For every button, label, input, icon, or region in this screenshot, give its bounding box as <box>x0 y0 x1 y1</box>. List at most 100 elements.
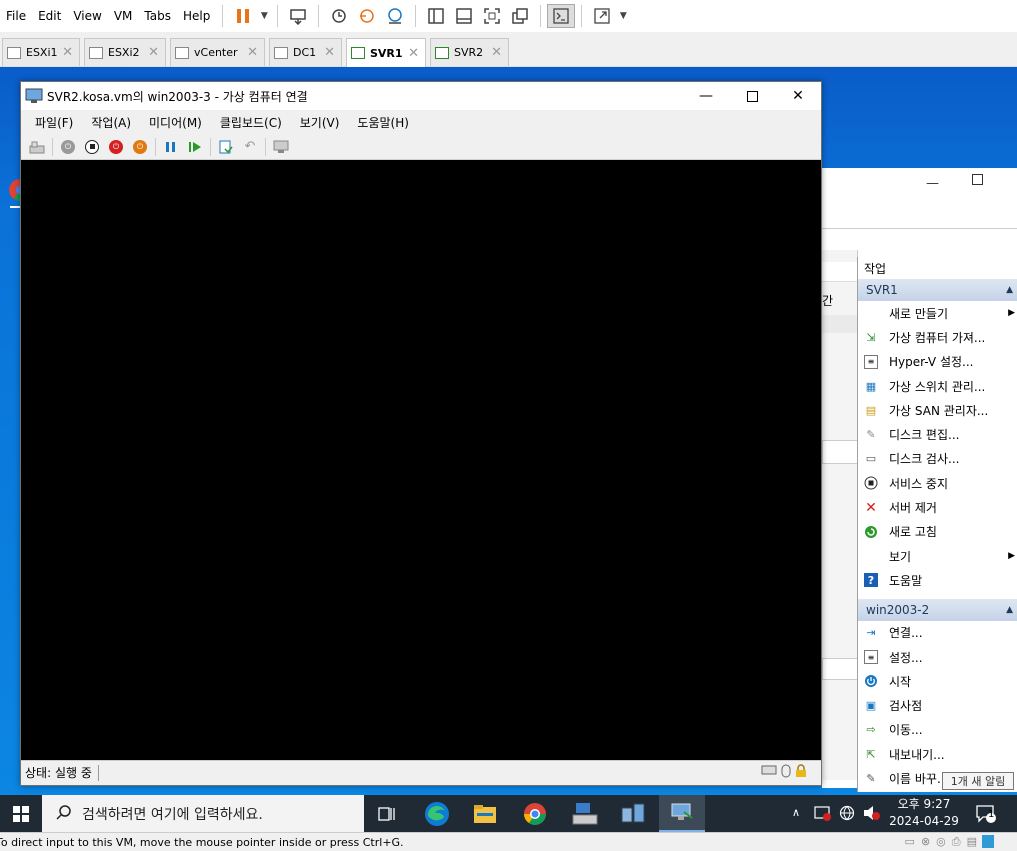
tab-vcenter[interactable]: vCenter ✕ <box>170 38 265 66</box>
task-view-icon[interactable] <box>364 795 410 832</box>
thumbnail-bar-icon[interactable] <box>450 4 478 28</box>
minimize-button[interactable]: — <box>683 82 729 110</box>
maximize-button[interactable] <box>972 174 983 185</box>
tab-svr1[interactable]: SVR1 ✕ <box>346 38 426 67</box>
collapse-icon[interactable]: ▲ <box>1006 285 1013 295</box>
action-refresh[interactable]: 새로 고침 <box>858 520 1017 544</box>
action-edit-disk[interactable]: ✎ 디스크 편집... <box>858 422 1017 446</box>
network-adapter-icon[interactable]: ⊗ <box>921 835 930 849</box>
menu-help[interactable]: 도움말(H) <box>348 114 418 131</box>
tab-esxi2[interactable]: ESXi2 ✕ <box>84 38 166 66</box>
close-button[interactable]: ✕ <box>775 82 821 110</box>
close-icon[interactable]: ✕ <box>247 45 258 60</box>
menu-vm[interactable]: VM <box>108 9 139 23</box>
console-view-icon[interactable] <box>547 4 576 28</box>
windows-start-icon[interactable] <box>0 795 42 832</box>
menu-file[interactable]: 파일(F) <box>21 114 82 131</box>
revert-snapshot-icon[interactable] <box>353 4 381 28</box>
action-move[interactable]: ⇨ 이동... <box>858 718 1017 742</box>
resume-icon[interactable] <box>183 137 207 157</box>
hyperv-manager-icon[interactable] <box>610 795 656 832</box>
usb-icon[interactable]: ⎙ <box>952 835 961 849</box>
action-virtual-san[interactable]: ▤ 가상 SAN 관리자... <box>858 398 1017 422</box>
unity-icon[interactable] <box>506 4 534 28</box>
menu-action[interactable]: 작업(A) <box>82 114 140 131</box>
action-settings[interactable]: ≡ 설정... <box>858 645 1017 669</box>
taskbar-search-input[interactable]: 검색하려면 여기에 입력하세요. <box>42 795 364 832</box>
pause-icon[interactable] <box>229 4 257 28</box>
start-icon[interactable]: ⏻ <box>56 137 80 157</box>
action-connect[interactable]: ⇥ 연결... <box>858 621 1017 645</box>
file-explorer-icon[interactable] <box>462 795 508 832</box>
maximize-button[interactable] <box>729 82 775 110</box>
action-stop-service[interactable]: 서비스 중지 <box>858 471 1017 495</box>
sidebar-toggle-icon[interactable] <box>422 4 450 28</box>
vm-running-icon <box>435 46 449 59</box>
menu-help[interactable]: Help <box>177 9 216 23</box>
status-indicators <box>761 764 821 781</box>
close-icon[interactable]: ✕ <box>148 45 159 60</box>
menu-clipboard[interactable]: 클립보드(C) <box>211 114 291 131</box>
stretch-icon[interactable] <box>588 4 616 28</box>
close-icon[interactable]: ✕ <box>324 45 335 60</box>
chrome-icon[interactable] <box>512 795 558 832</box>
menu-view[interactable]: View <box>67 9 107 23</box>
send-keys-icon[interactable] <box>284 4 312 28</box>
revert-icon[interactable]: ↶ <box>238 137 262 157</box>
vm-connection-taskbar-icon[interactable] <box>659 795 705 832</box>
security-icon[interactable] <box>814 805 832 824</box>
enhanced-session-icon[interactable] <box>269 137 293 157</box>
action-hyperv-settings[interactable]: ≡ Hyper-V 설정... <box>858 350 1017 374</box>
section-svr1[interactable]: SVR1 ▲ <box>858 279 1017 301</box>
turn-off-icon[interactable] <box>80 137 104 157</box>
close-icon[interactable]: ✕ <box>491 45 502 60</box>
tab-esxi1[interactable]: ESXi1 ✕ <box>2 38 80 66</box>
menu-file[interactable]: File <box>0 9 32 23</box>
menu-edit[interactable]: Edit <box>32 9 67 23</box>
action-virtual-switch[interactable]: ▦ 가상 스위치 관리... <box>858 374 1017 398</box>
message-icon[interactable] <box>982 835 994 848</box>
show-hidden-icons[interactable]: ∧ <box>792 806 800 819</box>
action-inspect-disk[interactable]: ▭ 디스크 검사... <box>858 447 1017 471</box>
action-checkpoint[interactable]: ▣ 검사점 <box>858 693 1017 717</box>
pause-icon[interactable] <box>159 137 183 157</box>
clock[interactable]: 오후 9:27 2024-04-29 <box>884 796 964 830</box>
action-import-vm[interactable]: ⇲ 가상 컴퓨터 가져... <box>858 325 1017 349</box>
ctrl-alt-del-icon[interactable] <box>25 137 49 157</box>
action-new[interactable]: 새로 만들기 ▶ <box>858 301 1017 325</box>
close-icon[interactable]: ✕ <box>62 45 73 60</box>
menu-media[interactable]: 미디어(M) <box>140 114 211 131</box>
hdd-icon[interactable]: ▭ <box>905 835 915 849</box>
chevron-down-icon[interactable]: ▼ <box>257 4 271 28</box>
action-start[interactable]: 시작 <box>858 669 1017 693</box>
selected-row[interactable] <box>822 315 858 333</box>
action-remove-server[interactable]: ✕ 서버 제거 <box>858 495 1017 519</box>
snapshot-icon[interactable] <box>325 4 353 28</box>
cdrom-icon[interactable]: ◎ <box>936 835 946 849</box>
title-bar[interactable]: SVR2.kosa.vm의 win2003-3 - 가상 컴퓨터 연결 — ✕ <box>21 82 821 110</box>
menu-tabs[interactable]: Tabs <box>138 9 177 23</box>
save-state-icon[interactable]: ⏻ <box>128 137 152 157</box>
shutdown-icon[interactable]: ⏻ <box>104 137 128 157</box>
close-icon[interactable]: ✕ <box>408 46 419 61</box>
collapse-icon[interactable]: ▲ <box>1006 605 1013 615</box>
server-manager-icon[interactable] <box>562 795 608 832</box>
fullscreen-icon[interactable] <box>478 4 506 28</box>
chevron-down-icon[interactable]: ▼ <box>616 4 630 28</box>
minimize-button[interactable]: — <box>926 176 939 191</box>
action-view[interactable]: 보기 ▶ <box>858 544 1017 568</box>
action-help[interactable]: ? 도움말 <box>858 568 1017 592</box>
action-export[interactable]: ⇱ 내보내기... <box>858 742 1017 766</box>
snapshot-manager-icon[interactable] <box>381 4 409 28</box>
section-win2003-2[interactable]: win2003-2 ▲ <box>858 598 1017 621</box>
volume-muted-icon[interactable] <box>862 805 880 824</box>
edge-icon[interactable] <box>414 795 460 832</box>
notification-icon[interactable]: 1 <box>966 795 1006 832</box>
tab-svr2[interactable]: SVR2 ✕ <box>430 38 509 66</box>
menu-view[interactable]: 보기(V) <box>291 114 349 131</box>
sound-icon[interactable]: ▤ <box>967 835 977 849</box>
checkpoint-icon[interactable] <box>214 137 238 157</box>
tab-dc1[interactable]: DC1 ✕ <box>269 38 342 66</box>
vm-display[interactable] <box>21 160 821 760</box>
network-icon[interactable] <box>839 805 855 824</box>
